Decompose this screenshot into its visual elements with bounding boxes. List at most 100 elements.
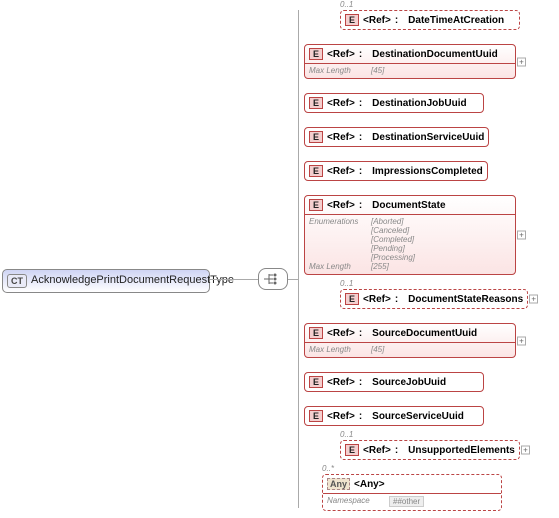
divider: [323, 493, 501, 494]
element-header: E<Ref>:SourceDocumentUuid: [309, 327, 511, 339]
meta-row: Max Length [255]: [309, 262, 511, 271]
colon: :: [359, 166, 362, 177]
expand-icon[interactable]: +: [529, 295, 538, 304]
element-box: E<Ref>:SourceDocumentUuidMax Length[45]+: [304, 323, 516, 358]
connector-line: [288, 279, 298, 280]
element-badge: E: [309, 165, 323, 177]
element-name: DestinationJobUuid: [372, 98, 466, 109]
ref-tag: <Ref>: [327, 132, 355, 143]
meta-label: [309, 244, 365, 253]
schema-element: E<Ref>:SourceJobUuid: [304, 362, 528, 392]
meta-value: [Processing]: [371, 253, 415, 262]
element-header: E<Ref>:DocumentStateReasons: [345, 293, 523, 305]
element-header: E<Ref>:UnsupportedElements: [345, 444, 515, 456]
colon: :: [359, 200, 362, 211]
element-box: E<Ref>:SourceJobUuid: [304, 372, 484, 392]
element-box: E<Ref>:DocumentStateReasons+: [340, 289, 528, 309]
expand-icon[interactable]: +: [517, 231, 526, 240]
ct-badge: CT: [7, 274, 27, 288]
schema-element: E <Ref>: ImpressionsCompleted: [304, 151, 528, 181]
meta-row: Enumerations[Aborted]: [309, 217, 511, 226]
element-box: E<Ref>:DestinationServiceUuid: [304, 127, 489, 147]
occurrence-label: 0..*: [322, 464, 528, 474]
element-list: 0..1E<Ref>:DateTimeAtCreationE<Ref>:Dest…: [304, 0, 528, 515]
schema-element: E <Ref>: DocumentState Enumerations[Aborted…: [304, 185, 528, 275]
element-header: E<Ref>:SourceServiceUuid: [309, 410, 479, 422]
meta-row: [Pending]: [309, 244, 511, 253]
divider: [305, 63, 515, 64]
element-name: UnsupportedElements: [408, 445, 515, 456]
meta-row: [Processing]: [309, 253, 511, 262]
element-badge: E: [309, 199, 323, 211]
sequence-compositor-icon: [258, 268, 288, 290]
meta-value: [45]: [371, 345, 384, 354]
complex-type-name: AcknowledgePrintDocumentRequestType: [31, 274, 234, 286]
meta-label: Max Length: [309, 262, 365, 271]
occurrence-label: 0..1: [340, 430, 528, 440]
divider: [305, 342, 515, 343]
expand-icon[interactable]: +: [521, 446, 530, 455]
element-badge: E: [309, 376, 323, 388]
meta-row: [Completed]: [309, 235, 511, 244]
element-badge: E: [309, 97, 323, 109]
ref-tag: <Ref>: [327, 166, 355, 177]
meta-value: [255]: [371, 262, 389, 271]
element-header: Any<Any>: [327, 478, 497, 490]
complex-type-root: CT AcknowledgePrintDocumentRequestType: [2, 269, 210, 293]
element-header: E <Ref>: DocumentState: [309, 199, 511, 211]
element-name: SourceJobUuid: [372, 377, 446, 388]
meta-value: [Completed]: [371, 235, 414, 244]
meta-row: Max Length[45]: [309, 66, 511, 75]
element-box: E <Ref>: ImpressionsCompleted: [304, 161, 488, 181]
ref-tag: <Ref>: [327, 49, 355, 60]
schema-element: E <Ref>: DestinationJobUuid: [304, 83, 528, 113]
any-badge: Any: [327, 478, 350, 490]
colon: :: [359, 411, 362, 422]
meta-label: Max Length: [309, 66, 365, 75]
occurrence-label: [304, 362, 528, 372]
meta-row: Namespace##other: [327, 496, 497, 507]
occurrence-label: [304, 313, 528, 323]
occurrence-label: 0..1: [340, 279, 528, 289]
element-name: DestinationDocumentUuid: [372, 49, 498, 60]
element-box: E<Ref>:SourceServiceUuid: [304, 406, 484, 426]
expand-icon[interactable]: +: [517, 57, 526, 66]
meta-label: Enumerations: [309, 217, 365, 226]
meta-label: [309, 226, 365, 235]
element-badge: E: [345, 293, 359, 305]
element-name: DateTimeAtCreation: [408, 15, 504, 26]
ref-tag: <Ref>: [327, 98, 355, 109]
element-name: SourceDocumentUuid: [372, 328, 477, 339]
element-box: E<Ref>:DestinationDocumentUuidMax Length…: [304, 44, 516, 79]
element-header: E<Ref>:DestinationServiceUuid: [309, 131, 484, 143]
schema-element: 0..1E<Ref>:UnsupportedElements+: [304, 430, 528, 460]
element-name: DestinationServiceUuid: [372, 132, 484, 143]
element-header: E<Ref>:DateTimeAtCreation: [345, 14, 515, 26]
ref-tag: <Ref>: [327, 200, 355, 211]
element-name: SourceServiceUuid: [372, 411, 464, 422]
meta-label: Max Length: [309, 345, 365, 354]
colon: :: [359, 98, 362, 109]
element-header: E <Ref>: ImpressionsCompleted: [309, 165, 483, 177]
element-name: DocumentState: [372, 200, 445, 211]
element-box: E <Ref>: DestinationJobUuid: [304, 93, 484, 113]
element-name: ImpressionsCompleted: [372, 166, 483, 177]
meta-label: [309, 253, 365, 262]
schema-element: 0..1 E<Ref>:DateTimeAtCreation: [304, 0, 528, 30]
element-box: E <Ref>: DocumentState Enumerations[Aborted…: [304, 195, 516, 275]
occurrence-label: [304, 185, 528, 195]
schema-element: 0..1E<Ref>:DocumentStateReasons+: [304, 279, 528, 309]
element-box: E<Ref>:UnsupportedElements+: [340, 440, 520, 460]
occurrence-label: [304, 151, 528, 161]
expand-icon[interactable]: +: [517, 336, 526, 345]
meta-label: Namespace: [327, 496, 383, 507]
element-badge: E: [309, 410, 323, 422]
occurrence-label: 0..1: [340, 0, 528, 10]
ref-tag: <Ref>: [363, 445, 391, 456]
element-header: E <Ref>: DestinationJobUuid: [309, 97, 479, 109]
schema-element: E<Ref>:DestinationServiceUuid: [304, 117, 528, 147]
colon: :: [359, 377, 362, 388]
ref-tag: <Ref>: [327, 328, 355, 339]
meta-value: [Pending]: [371, 244, 405, 253]
colon: :: [359, 49, 362, 60]
